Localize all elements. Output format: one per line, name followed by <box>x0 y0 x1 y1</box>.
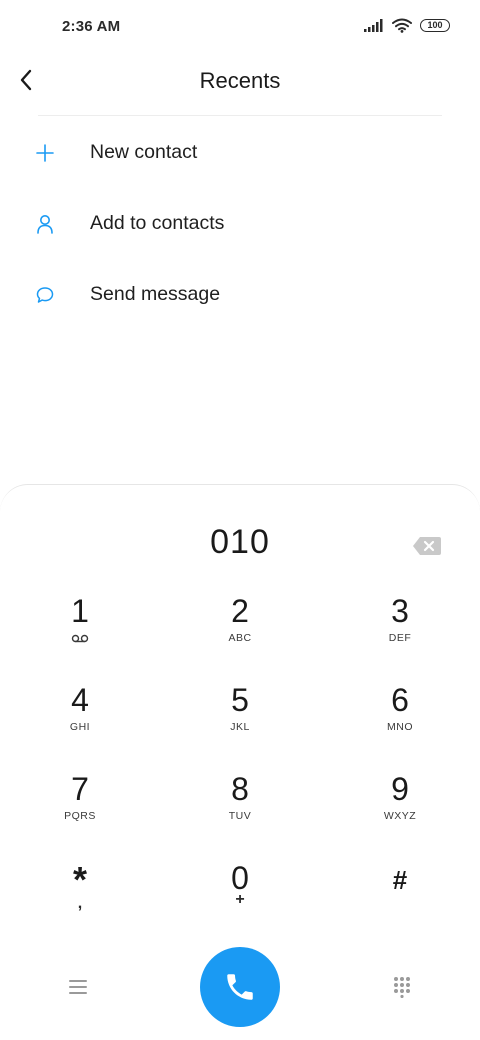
key-7[interactable]: 7 PQRS <box>20 771 140 851</box>
menu-icon <box>69 980 87 994</box>
key-letters: TUV <box>228 810 252 822</box>
key-5[interactable]: 5 JKL <box>180 682 300 762</box>
key-digit: # <box>392 865 408 895</box>
key-letters: PQRS <box>64 810 96 822</box>
key-letters: GHI <box>69 721 91 733</box>
dialer-bottom-bar <box>0 947 480 1027</box>
key-digit: 7 <box>71 771 89 807</box>
key-digit: 2 <box>231 593 249 629</box>
page-title: Recents <box>199 68 281 93</box>
key-3[interactable]: 3 DEF <box>340 593 460 673</box>
key-digit: 4 <box>71 682 89 718</box>
menu-button[interactable] <box>64 973 92 1001</box>
voicemail-icon <box>20 632 140 646</box>
status-icons: 100 <box>364 18 450 33</box>
key-letters: ABC <box>228 632 252 644</box>
key-letters: MNO <box>387 721 413 733</box>
send-message-action[interactable]: Send message <box>0 259 480 330</box>
key-star[interactable]: * , <box>20 860 140 940</box>
key-2[interactable]: 2 ABC <box>180 593 300 673</box>
key-1[interactable]: 1 <box>20 593 140 673</box>
battery-icon: 100 <box>420 19 450 32</box>
key-letters: , <box>77 895 83 912</box>
call-button[interactable] <box>200 947 280 1027</box>
key-letters: DEF <box>388 632 412 644</box>
add-to-contacts-action[interactable]: Add to contacts <box>0 188 480 259</box>
key-letters: JKL <box>230 721 250 733</box>
key-digit: 6 <box>391 682 409 718</box>
backspace-button[interactable] <box>412 535 442 557</box>
key-0[interactable]: 0 + <box>180 860 300 940</box>
dialpad-grid-icon <box>394 977 410 998</box>
status-time: 2:36 AM <box>62 18 121 35</box>
backspace-icon <box>413 537 441 555</box>
dialpad: 010 1 2 ABC 3 DEF 4 GHI 5 JKL 6 MNO 7 PQ… <box>0 484 480 1040</box>
key-digit: 3 <box>391 593 409 629</box>
message-icon <box>32 282 58 308</box>
keypad-toggle-button[interactable] <box>388 973 416 1001</box>
action-list: New contact Add to contacts Send message <box>0 117 480 330</box>
key-letters: + <box>235 891 245 908</box>
header-divider <box>38 115 442 116</box>
signal-icon <box>364 19 383 32</box>
key-digit: 9 <box>391 771 409 807</box>
key-letters: WXYZ <box>383 810 417 822</box>
key-9[interactable]: 9 WXYZ <box>340 771 460 851</box>
status-bar: 2:36 AM 100 <box>0 0 480 56</box>
plus-icon <box>32 140 58 166</box>
key-8[interactable]: 8 TUV <box>180 771 300 851</box>
key-digit: 8 <box>231 771 249 807</box>
wifi-icon <box>392 18 412 33</box>
dialed-number[interactable]: 010 <box>0 523 480 562</box>
key-digit: 1 <box>71 593 89 629</box>
key-6[interactable]: 6 MNO <box>340 682 460 762</box>
header: Recents <box>0 56 480 114</box>
add-to-contacts-label: Add to contacts <box>90 212 225 234</box>
new-contact-action[interactable]: New contact <box>0 117 480 188</box>
key-digit: * <box>72 859 87 900</box>
key-4[interactable]: 4 GHI <box>20 682 140 762</box>
send-message-label: Send message <box>90 283 221 305</box>
key-hash[interactable]: # <box>340 860 460 940</box>
phone-icon <box>227 974 253 1000</box>
person-icon <box>32 211 58 237</box>
new-contact-label: New contact <box>90 141 198 163</box>
key-digit: 5 <box>231 682 249 718</box>
